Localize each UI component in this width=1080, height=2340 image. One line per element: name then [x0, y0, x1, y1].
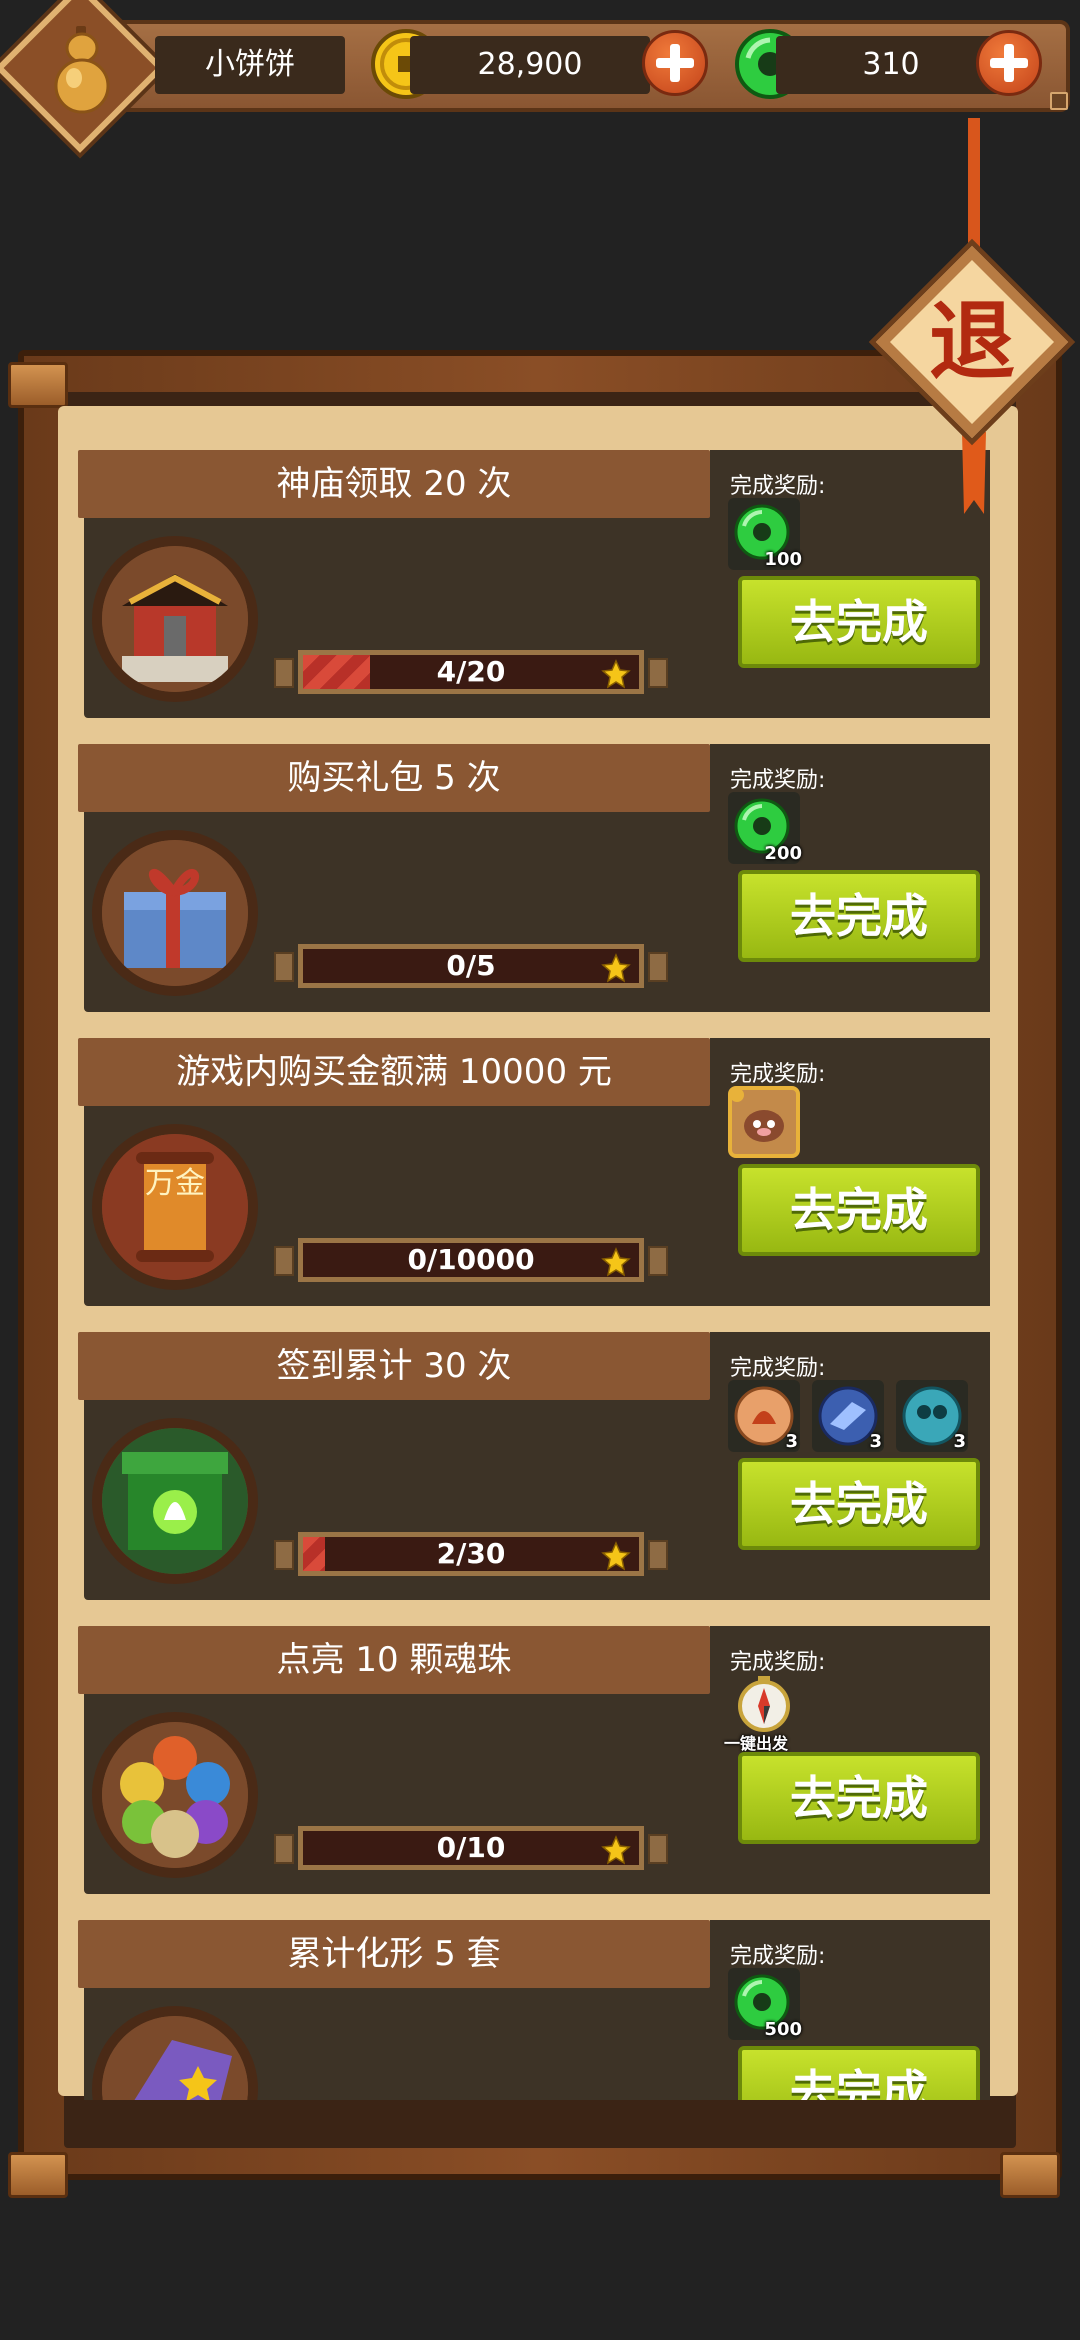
progress-bar: 0/10000 — [274, 1238, 668, 1282]
progress-cap-left — [274, 1246, 294, 1276]
exit-label: 退 — [929, 291, 1015, 392]
progress-text: 0/10 — [436, 1831, 506, 1864]
go-complete-button[interactable]: 去完成 — [738, 2046, 980, 2100]
go-complete-button[interactable]: 去完成 — [738, 1752, 980, 1844]
star-icon — [601, 1835, 631, 1865]
pet-card-icon — [728, 1086, 800, 1158]
reward-item[interactable]: 100 — [728, 498, 802, 570]
frame-corner — [8, 362, 68, 408]
reward-count: 100 — [764, 549, 802, 570]
star-icon — [601, 953, 631, 983]
exit-cord — [968, 118, 980, 258]
progress-bar: 2/30 — [274, 1532, 668, 1576]
progress-text: 0/5 — [446, 949, 496, 982]
progress-track: 0/10000 — [298, 1238, 644, 1282]
green-gate-icon-art — [102, 1428, 248, 1574]
wizard-hat-icon-art — [102, 2016, 248, 2100]
go-complete-button[interactable]: 去完成 — [738, 1458, 980, 1550]
task-title: 累计化形 5 套 — [78, 1920, 710, 1988]
progress-track: 2/30 — [298, 1532, 644, 1576]
star-icon — [601, 1541, 631, 1571]
reward-item[interactable]: 3 — [812, 1380, 884, 1452]
gourd-avatar-icon — [54, 26, 110, 114]
reward-item[interactable]: 3 — [728, 1380, 800, 1452]
task-card: 签到累计 30 次完成奖励: 2/30 3 3 3 去完成 — [78, 1322, 990, 1600]
reward-label: 完成奖励: — [730, 474, 826, 499]
task-card: 购买礼包 5 次完成奖励: 0/5 200 去完成 — [78, 734, 990, 1012]
task-title: 购买礼包 5 次 — [78, 744, 710, 812]
task-card: 游戏内购买金额满 10000 元完成奖励: 万金 0/10000 去完成 — [78, 1028, 990, 1306]
progress-text: 0/10000 — [407, 1243, 535, 1276]
reward-count: 3 — [785, 1431, 798, 1452]
go-complete-button[interactable]: 去完成 — [738, 870, 980, 962]
reward-item[interactable]: 3 — [896, 1380, 968, 1452]
temple-icon — [92, 536, 258, 702]
progress-cap-left — [274, 1834, 294, 1864]
task-title: 游戏内购买金额满 10000 元 — [78, 1038, 710, 1106]
go-complete-button[interactable]: 去完成 — [738, 1164, 980, 1256]
reward-item[interactable]: 一键出发 — [724, 1674, 800, 1753]
reward-label: 完成奖励: — [730, 768, 826, 793]
reward-label: 完成奖励: — [730, 1650, 826, 1675]
progress-cap-right — [648, 1540, 668, 1570]
scroll-icon: 万金 — [92, 1124, 258, 1290]
jade-amount: 310 — [776, 36, 1006, 94]
task-title: 签到累计 30 次 — [78, 1332, 710, 1400]
green-gate-icon — [92, 1418, 258, 1584]
reward-item[interactable]: 200 — [728, 792, 802, 864]
rivet — [1050, 92, 1068, 110]
task-card: 累计化形 5 套完成奖励: 500 去完成 — [78, 1910, 990, 2100]
gift-box-icon — [92, 830, 258, 996]
progress-text: 4/20 — [436, 655, 506, 688]
reward-label: 完成奖励: — [730, 1062, 826, 1087]
progress-bar: 4/20 — [274, 650, 668, 694]
gift-box-icon-art — [102, 840, 248, 986]
star-icon — [601, 1247, 631, 1277]
exit-button[interactable]: 退 — [875, 245, 1069, 439]
progress-track: 4/20 — [298, 650, 644, 694]
add-jade-button[interactable] — [976, 30, 1042, 96]
progress-track: 0/10 — [298, 1826, 644, 1870]
progress-text: 2/30 — [436, 1537, 506, 1570]
reward-caption: 一键出发 — [724, 1734, 789, 1753]
scroll-icon-text: 万金 — [145, 1166, 205, 1201]
task-list[interactable]: 神庙领取 20 次完成奖励: 4/20 100 去完成 购买礼包 5 次完成奖励: 0/5… — [78, 440, 998, 2100]
reward-count: 3 — [953, 1431, 966, 1452]
reward-count: 200 — [764, 843, 802, 864]
gold-amount: 28,900 — [410, 36, 650, 94]
task-card: 点亮 10 颗魂珠 完成奖励: 0/10 一键出发 去完成 — [78, 1616, 990, 1894]
progress-cap-right — [648, 1834, 668, 1864]
task-card: 神庙领取 20 次完成奖励: 4/20 100 去完成 — [78, 440, 990, 718]
add-gold-button[interactable] — [642, 30, 708, 96]
reward-item[interactable]: 500 — [728, 1968, 802, 2040]
reward-count: 3 — [869, 1431, 882, 1452]
task-title: 神庙领取 20 次 — [78, 450, 710, 518]
player-name: 小饼饼 — [155, 36, 345, 94]
progress-cap-left — [274, 658, 294, 688]
reward-label: 完成奖励: — [730, 1944, 826, 1969]
reward-count: 500 — [764, 2019, 802, 2040]
soul-orbs-icon — [92, 1712, 258, 1878]
progress-cap-right — [648, 1246, 668, 1276]
frame-corner — [1000, 2152, 1060, 2198]
scroll-icon-art — [102, 1134, 248, 1280]
star-icon — [601, 659, 631, 689]
soul-orbs-icon-art — [102, 1722, 248, 1868]
progress-cap-left — [274, 952, 294, 982]
go-complete-button[interactable]: 去完成 — [738, 576, 980, 668]
task-title: 点亮 10 颗魂珠 — [78, 1626, 710, 1694]
progress-bar: 0/5 — [274, 944, 668, 988]
progress-bar: 0/10 — [274, 1826, 668, 1870]
frame-corner — [8, 2152, 68, 2198]
temple-icon-art — [102, 546, 248, 692]
progress-cap-left — [274, 1540, 294, 1570]
progress-cap-right — [648, 952, 668, 982]
progress-track: 0/5 — [298, 944, 644, 988]
reward-label: 完成奖励: — [730, 1356, 826, 1381]
reward-item[interactable] — [728, 1086, 800, 1158]
progress-cap-right — [648, 658, 668, 688]
